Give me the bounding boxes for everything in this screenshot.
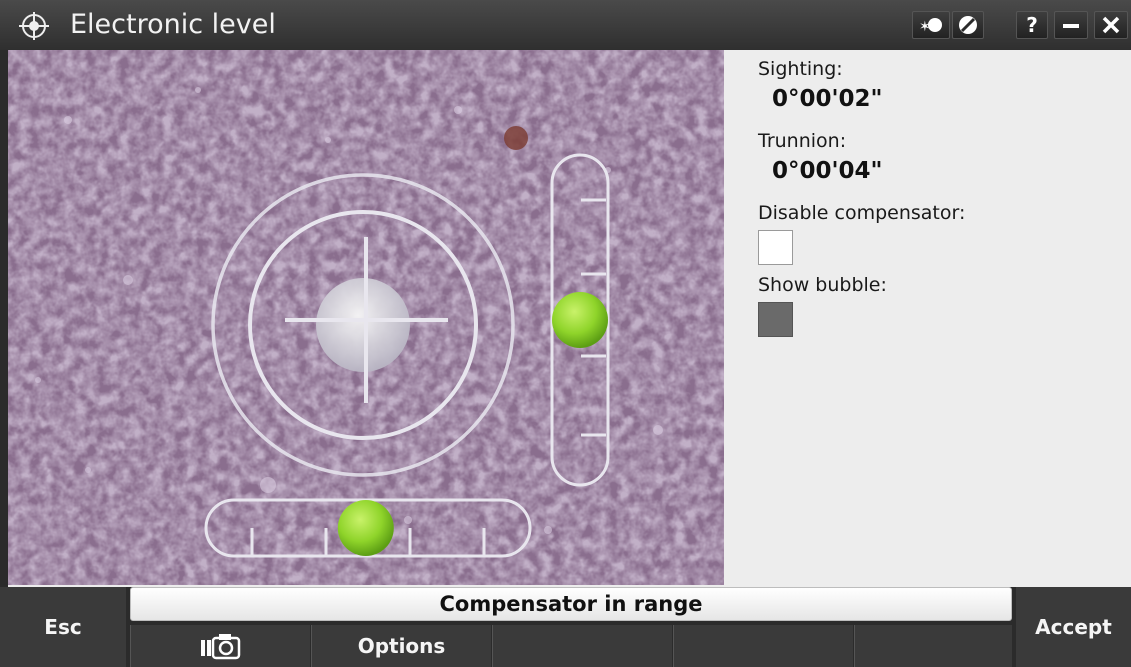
camera-view	[8, 50, 724, 585]
trunnion-value: 0°00'04"	[772, 158, 883, 184]
show-bubble-label: Show bubble:	[758, 274, 887, 296]
vertical-bubble	[552, 292, 608, 348]
options-button[interactable]: Options	[311, 625, 491, 667]
bottom-bar: Esc Compensator in range Options Accept	[0, 587, 1131, 667]
title-bar: Electronic level ✶ ?	[0, 0, 1131, 50]
camera-button[interactable]	[130, 625, 310, 667]
disable-compensator-label: Disable compensator:	[758, 202, 966, 224]
info-panel: Sighting: 0°00'02" Trunnion: 0°00'04" Di…	[758, 50, 1128, 570]
minimize-icon[interactable]	[1054, 11, 1088, 39]
help-icon[interactable]: ?	[1016, 11, 1048, 39]
disable-compensator-checkbox[interactable]	[758, 230, 793, 265]
softkey-empty-3[interactable]	[854, 625, 1012, 667]
accept-button[interactable]: Accept	[1016, 587, 1131, 667]
window-title: Electronic level	[70, 9, 276, 40]
show-bubble-checkbox[interactable]	[758, 302, 793, 337]
laser-pointer-icon[interactable]: ✶	[912, 11, 950, 39]
camera-icon	[200, 634, 240, 660]
no-entry-icon[interactable]	[952, 11, 984, 39]
sighting-value: 0°00'02"	[772, 86, 883, 112]
esc-button[interactable]: Esc	[0, 587, 126, 667]
sighting-label: Sighting:	[758, 58, 843, 80]
horizontal-bubble	[337, 500, 394, 556]
trunnion-label: Trunnion:	[758, 130, 847, 152]
close-icon[interactable]	[1094, 11, 1128, 39]
main-panel: Sighting: 0°00'02" Trunnion: 0°00'04" Di…	[8, 50, 1131, 587]
target-icon[interactable]	[14, 8, 54, 44]
status-message: Compensator in range	[130, 587, 1012, 621]
softkey-empty-1[interactable]	[492, 625, 672, 667]
softkey-empty-2[interactable]	[673, 625, 853, 667]
